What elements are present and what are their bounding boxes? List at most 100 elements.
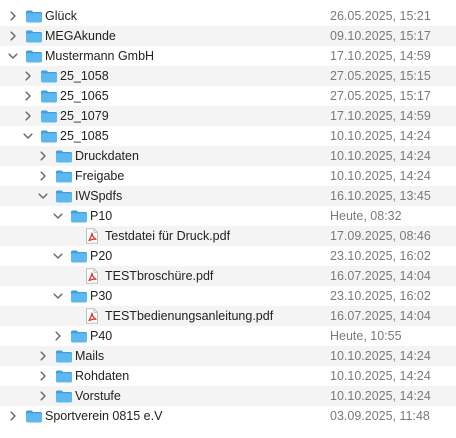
folder-icon bbox=[25, 9, 43, 23]
file-row[interactable]: Glück 26.05.2025, 15:21 bbox=[0, 6, 456, 26]
file-row[interactable]: Vorstufe 10.10.2025, 14:24 bbox=[0, 386, 456, 406]
file-row[interactable]: IWSpdfs 16.10.2025, 13:45 bbox=[0, 186, 456, 206]
chevron-right-icon[interactable] bbox=[8, 11, 18, 21]
chevron-right-icon[interactable] bbox=[38, 151, 48, 161]
item-name: P10 bbox=[90, 209, 113, 223]
chevron-right-icon[interactable] bbox=[23, 111, 33, 121]
file-row[interactable]: MEGAkunde 09.10.2025, 15:17 bbox=[0, 26, 456, 46]
file-row[interactable]: P30 23.10.2025, 16:02 bbox=[0, 286, 456, 306]
file-row[interactable]: Sportverein 0815 e.V 03.09.2025, 11:48 bbox=[0, 406, 456, 426]
date-modified: 16.07.2025, 14:04 bbox=[330, 309, 431, 323]
date-modified: 16.07.2025, 14:04 bbox=[330, 269, 431, 283]
date-modified: 23.10.2025, 16:02 bbox=[330, 249, 431, 263]
file-row[interactable]: 25_1065 27.05.2025, 15:17 bbox=[0, 86, 456, 106]
item-name: Vorstufe bbox=[75, 389, 121, 403]
date-modified: 17.09.2025, 08:46 bbox=[330, 229, 431, 243]
date-modified: 16.10.2025, 13:45 bbox=[330, 189, 431, 203]
folder-icon bbox=[25, 49, 43, 63]
file-row[interactable]: 25_1079 17.10.2025, 14:59 bbox=[0, 106, 456, 126]
file-row[interactable]: TESTbroschüre.pdf 16.07.2025, 14:04 bbox=[0, 266, 456, 286]
chevron-right-icon[interactable] bbox=[8, 31, 18, 41]
file-row[interactable]: Mustermann GmbH 17.10.2025, 14:59 bbox=[0, 46, 456, 66]
folder-icon bbox=[40, 109, 58, 123]
folder-icon bbox=[40, 69, 58, 83]
chevron-right-icon[interactable] bbox=[38, 371, 48, 381]
pdf-file-icon bbox=[85, 268, 99, 284]
date-modified: 10.10.2025, 14:24 bbox=[330, 149, 431, 163]
item-name: MEGAkunde bbox=[45, 29, 116, 43]
item-name: 25_1065 bbox=[60, 89, 109, 103]
file-row[interactable]: P20 23.10.2025, 16:02 bbox=[0, 246, 456, 266]
item-name: 25_1085 bbox=[60, 129, 109, 143]
chevron-down-icon[interactable] bbox=[38, 191, 48, 201]
folder-icon bbox=[70, 289, 88, 303]
folder-icon bbox=[55, 149, 73, 163]
file-row[interactable]: P40 Heute, 10:55 bbox=[0, 326, 456, 346]
chevron-down-icon[interactable] bbox=[23, 131, 33, 141]
date-modified: 27.05.2025, 15:17 bbox=[330, 89, 431, 103]
date-modified: 26.05.2025, 15:21 bbox=[330, 9, 431, 23]
folder-icon bbox=[25, 29, 43, 43]
file-row[interactable]: TESTbedienungsanleitung.pdf 16.07.2025, … bbox=[0, 306, 456, 326]
chevron-right-icon[interactable] bbox=[38, 171, 48, 181]
item-name: Freigabe bbox=[75, 169, 125, 183]
file-row[interactable]: P10 Heute, 08:32 bbox=[0, 206, 456, 226]
file-row[interactable]: Druckdaten 10.10.2025, 14:24 bbox=[0, 146, 456, 166]
item-name: TESTbroschüre.pdf bbox=[105, 269, 214, 283]
date-modified: Heute, 10:55 bbox=[330, 329, 402, 343]
file-row[interactable]: Rohdaten 10.10.2025, 14:24 bbox=[0, 366, 456, 386]
item-name: P20 bbox=[90, 249, 113, 263]
chevron-right-icon[interactable] bbox=[23, 71, 33, 81]
date-modified: 10.10.2025, 14:24 bbox=[330, 369, 431, 383]
pdf-file-icon bbox=[85, 228, 99, 244]
item-name: Mails bbox=[75, 349, 105, 363]
date-modified: 10.10.2025, 14:24 bbox=[330, 129, 431, 143]
chevron-right-icon[interactable] bbox=[38, 351, 48, 361]
date-modified: 10.10.2025, 14:24 bbox=[330, 169, 431, 183]
item-name: Sportverein 0815 e.V bbox=[45, 409, 163, 423]
folder-icon bbox=[70, 249, 88, 263]
folder-icon bbox=[55, 349, 73, 363]
folder-icon bbox=[55, 169, 73, 183]
item-name: Rohdaten bbox=[75, 369, 130, 383]
item-name: 25_1058 bbox=[60, 69, 109, 83]
date-modified: 03.09.2025, 11:48 bbox=[330, 409, 430, 423]
file-row[interactable]: Mails 10.10.2025, 14:24 bbox=[0, 346, 456, 366]
file-row[interactable]: 25_1085 10.10.2025, 14:24 bbox=[0, 126, 456, 146]
file-row[interactable]: Testdatei für Druck.pdf 17.09.2025, 08:4… bbox=[0, 226, 456, 246]
folder-icon bbox=[55, 389, 73, 403]
folder-icon bbox=[55, 369, 73, 383]
chevron-right-icon[interactable] bbox=[38, 391, 48, 401]
file-list: Glück 26.05.2025, 15:21 MEGAkunde 09.10.… bbox=[0, 6, 456, 426]
date-modified: Heute, 08:32 bbox=[330, 209, 402, 223]
file-row[interactable]: Freigabe 10.10.2025, 14:24 bbox=[0, 166, 456, 186]
file-row[interactable]: 25_1058 27.05.2025, 15:15 bbox=[0, 66, 456, 86]
date-modified: 10.10.2025, 14:24 bbox=[330, 389, 431, 403]
item-name: IWSpdfs bbox=[75, 189, 123, 203]
folder-icon bbox=[70, 329, 88, 343]
chevron-right-icon[interactable] bbox=[8, 411, 18, 421]
date-modified: 09.10.2025, 15:17 bbox=[330, 29, 431, 43]
folder-icon bbox=[40, 89, 58, 103]
item-name: P30 bbox=[90, 289, 113, 303]
pdf-file-icon bbox=[85, 308, 99, 324]
chevron-down-icon[interactable] bbox=[8, 51, 18, 61]
chevron-down-icon[interactable] bbox=[53, 211, 63, 221]
item-name: Glück bbox=[45, 9, 77, 23]
chevron-down-icon[interactable] bbox=[53, 251, 63, 261]
item-name: Testdatei für Druck.pdf bbox=[105, 229, 231, 243]
item-name: TESTbedienungsanleitung.pdf bbox=[105, 309, 274, 323]
date-modified: 17.10.2025, 14:59 bbox=[330, 109, 431, 123]
item-name: Mustermann GmbH bbox=[45, 49, 155, 63]
date-modified: 10.10.2025, 14:24 bbox=[330, 349, 431, 363]
folder-icon bbox=[40, 129, 58, 143]
chevron-right-icon[interactable] bbox=[53, 331, 63, 341]
folder-icon bbox=[55, 189, 73, 203]
chevron-right-icon[interactable] bbox=[23, 91, 33, 101]
chevron-down-icon[interactable] bbox=[53, 291, 63, 301]
date-modified: 17.10.2025, 14:59 bbox=[330, 49, 431, 63]
folder-icon bbox=[25, 409, 43, 423]
folder-icon bbox=[70, 209, 88, 223]
date-modified: 27.05.2025, 15:15 bbox=[330, 69, 431, 83]
item-name: P40 bbox=[90, 329, 113, 343]
